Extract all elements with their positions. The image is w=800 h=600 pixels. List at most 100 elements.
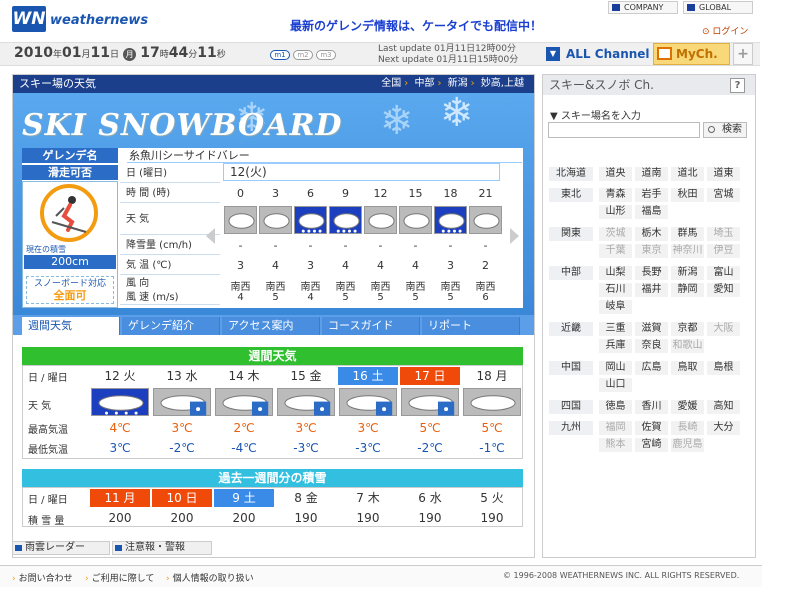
prefecture-link[interactable]: 静岡 [671, 283, 704, 297]
mode-button-2[interactable]: m2 [293, 50, 313, 60]
region-5[interactable]: 中国 [549, 361, 593, 375]
prefecture-link[interactable]: 長野 [635, 266, 668, 280]
prefecture-link[interactable]: 島根 [707, 361, 740, 375]
search-button[interactable]: 検索 [703, 122, 747, 138]
cloudy-icon [259, 206, 292, 234]
prefecture-link[interactable]: 新潟 [671, 266, 704, 280]
prefecture-link[interactable]: 岡山 [599, 361, 632, 375]
add-channel-button[interactable]: + [733, 43, 753, 65]
crumb-zenkoku[interactable]: 全国 [381, 78, 401, 89]
prefecture-link[interactable]: 岐阜 [599, 300, 632, 314]
weekly-low-cell: 3℃ [109, 441, 131, 455]
prefecture-link[interactable]: 奈良 [635, 339, 668, 353]
weather-glyph [263, 213, 290, 229]
row-label-weather: 天 気 [120, 205, 220, 235]
mode-button-3[interactable]: m3 [316, 50, 336, 60]
prefecture-link[interactable]: 山形 [599, 205, 632, 219]
prefecture-link[interactable]: 滋賀 [635, 322, 668, 336]
tab-report[interactable]: リポート [422, 317, 520, 335]
prefecture-link[interactable]: 宮城 [707, 188, 740, 202]
prefecture-link[interactable]: 大分 [707, 421, 740, 435]
my-channel-button[interactable]: MyCh. [653, 43, 730, 65]
tab-gelande[interactable]: ゲレンデ紹介 [122, 317, 220, 335]
weather-glyph [222, 395, 269, 416]
prefecture-link[interactable]: 秋田 [671, 188, 704, 202]
footer-privacy[interactable]: › 個人情報の取り扱い [166, 571, 254, 584]
temp-cell: 4 [342, 259, 349, 272]
region-2[interactable]: 関東 [549, 227, 593, 241]
prefecture-link[interactable]: 鳥取 [671, 361, 704, 375]
hour-cell: 15 [408, 187, 423, 200]
prefecture-link[interactable]: 山梨 [599, 266, 632, 280]
prefecture-link[interactable]: 富山 [707, 266, 740, 280]
prefecture-link[interactable]: 広島 [635, 361, 668, 375]
prefecture-link[interactable]: 高知 [707, 400, 740, 414]
prefecture-link[interactable]: 岩手 [635, 188, 668, 202]
prefecture-link[interactable]: 宮崎 [635, 438, 668, 452]
tab-access[interactable]: アクセス案内 [222, 317, 320, 335]
prefecture-link[interactable]: 京都 [671, 322, 704, 336]
next-arrow-icon[interactable] [510, 228, 519, 244]
prefecture-link[interactable]: 兵庫 [599, 339, 632, 353]
region-4[interactable]: 近畿 [549, 322, 593, 336]
prefecture-link[interactable]: 愛媛 [671, 400, 704, 414]
prefecture-link[interactable]: 香川 [635, 400, 668, 414]
prefecture-link[interactable]: 愛知 [707, 283, 740, 297]
history-day-cell: 6 水 [400, 489, 460, 507]
crumb-myoko[interactable]: 妙高,上越 [481, 78, 524, 89]
prefecture-link[interactable]: 栃木 [635, 227, 668, 241]
snowflake-icon: ❄ [380, 98, 414, 144]
tab-weekly[interactable]: 週間天気 [22, 317, 120, 335]
weather-glyph [284, 395, 331, 416]
prev-arrow-icon[interactable] [206, 228, 215, 244]
footer-contact[interactable]: › お問い合わせ [12, 571, 73, 584]
prefecture-link[interactable]: 三重 [599, 322, 632, 336]
history-title: 過去一週間分の積雪 [22, 469, 523, 487]
prefecture-link[interactable]: 徳島 [599, 400, 632, 414]
search-input[interactable] [548, 122, 700, 138]
wind-speed-cell: 5 [412, 292, 419, 303]
cloud-snow-icon [215, 388, 273, 416]
login-link[interactable]: ⊙ ログイン [702, 24, 748, 37]
mode-button-1[interactable]: m1 [270, 50, 290, 60]
crumb-niigata[interactable]: 新潟 [448, 78, 468, 89]
temp-cell: 4 [377, 259, 384, 272]
region-1[interactable]: 東北 [549, 188, 593, 202]
crumb-chubu[interactable]: 中部 [414, 78, 434, 89]
all-channel-button[interactable]: ▼ ALL Channel [544, 43, 650, 65]
weathernews-logo-mark[interactable]: WN [12, 6, 46, 32]
weekly-high-cell: 3℃ [171, 421, 193, 435]
region-6[interactable]: 四国 [549, 400, 593, 414]
tab-course[interactable]: コースガイド [322, 317, 420, 335]
company-link[interactable]: COMPANY [608, 1, 678, 14]
prefecture-link[interactable]: 道東 [707, 167, 740, 181]
region-0[interactable]: 北海道 [549, 167, 593, 181]
prefecture-link[interactable]: 石川 [599, 283, 632, 297]
prefecture-link[interactable]: 福島 [635, 205, 668, 219]
prefecture-link[interactable]: 福井 [635, 283, 668, 297]
warning-link[interactable]: 注意報・警報 [112, 541, 212, 555]
help-button[interactable]: ? [730, 78, 745, 93]
region-3[interactable]: 中部 [549, 266, 593, 280]
prefecture-link[interactable]: 群馬 [671, 227, 704, 241]
footer-terms[interactable]: › ご利用に際して [85, 571, 154, 584]
prefecture-link[interactable]: 道央 [599, 167, 632, 181]
global-link[interactable]: GLOBAL [683, 1, 753, 14]
weathernews-logo-text[interactable]: weathernews [50, 13, 148, 28]
promo-banner[interactable]: 最新のゲレンデ情報は、ケータイでも配信中！ [290, 17, 542, 34]
warning-label: 注意報・警報 [125, 542, 185, 553]
hour-cell: 21 [478, 187, 493, 200]
snow-icon [329, 206, 362, 234]
wind-dir-cell: 南西 [405, 282, 426, 293]
region-7[interactable]: 九州 [549, 421, 593, 435]
last-update: Last update 01月11日12時00分 [378, 44, 516, 54]
prefecture-link[interactable]: 道北 [671, 167, 704, 181]
prefecture-link[interactable]: 佐賀 [635, 421, 668, 435]
prefecture-link[interactable]: 青森 [599, 188, 632, 202]
prefecture-link[interactable]: 道南 [635, 167, 668, 181]
history-day-cell: 9 土 [214, 489, 274, 507]
row-label-wind-speed: 風 速 (m/s) [120, 291, 220, 305]
weather-glyph [98, 395, 144, 415]
rain-radar-link[interactable]: 雨雲レーダー [12, 541, 110, 555]
prefecture-link[interactable]: 山口 [599, 378, 632, 392]
